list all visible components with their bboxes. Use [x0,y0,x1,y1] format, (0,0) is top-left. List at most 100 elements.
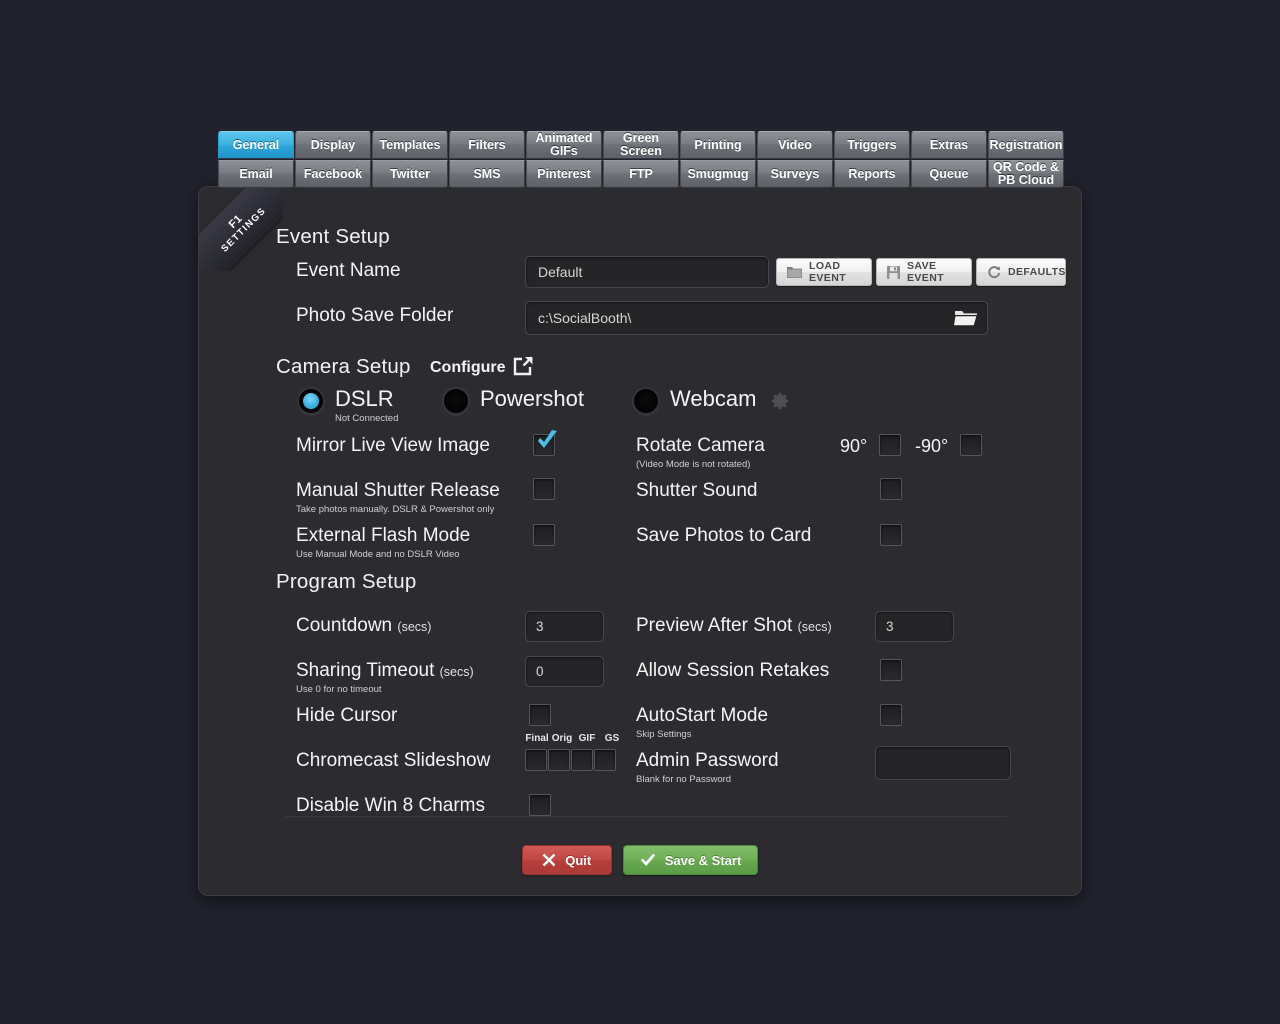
mirror-live-view-checkbox[interactable] [533,434,555,456]
tab-label: Pinterest [537,166,591,181]
radio-webcam[interactable] [632,387,660,415]
save-photos-to-card-checkbox[interactable] [880,524,902,546]
manual-shutter-checkbox[interactable] [533,478,555,500]
shutter-sound-checkbox[interactable] [880,478,902,500]
floppy-disk-icon [887,265,900,279]
preview-label-text: Preview After Shot [636,615,793,636]
save-photos-to-card-label: Save Photos to Card [636,525,812,546]
tab-row-primary: General Display Templates Filters Animat… [218,131,1064,159]
tab-display[interactable]: Display [295,131,371,159]
tab-queue[interactable]: Queue [911,160,987,188]
tab-label: Display [310,137,356,152]
sharing-timeout-input[interactable] [525,656,604,687]
disable-win8-charms-checkbox[interactable] [529,794,551,816]
defaults-button[interactable]: DEFAULTS [976,258,1066,286]
tab-label: Surveys [770,166,820,181]
event-name-input[interactable] [525,256,769,288]
tab-label: Video [778,137,812,152]
tab-label: Printing [694,137,742,152]
tab-label: Green Screen [620,131,662,158]
tab-green-screen[interactable]: Green Screen [603,131,679,159]
disable-win8-charms-label: Disable Win 8 Charms [296,795,485,816]
radio-dslr[interactable] [297,387,325,415]
tab-label: FTP [629,166,653,181]
defaults-label: DEFAULTS [1008,266,1066,278]
chromecast-slideshow-label: Chromecast Slideshow [296,750,491,771]
tab-printing[interactable]: Printing [680,131,756,159]
radio-powershot[interactable] [442,387,470,415]
preview-after-shot-input[interactable] [875,611,954,642]
admin-password-input[interactable] [875,746,1011,780]
close-icon [542,853,556,867]
save-start-button[interactable]: Save & Start [622,845,759,875]
countdown-input[interactable] [525,611,604,642]
tab-label: Extras [929,137,969,152]
tab-label: General [232,137,280,152]
tab-email[interactable]: Email [218,160,294,188]
mirror-live-view-label: Mirror Live View Image [296,435,490,456]
manual-shutter-sub: Take photos manually. DSLR & Powershot o… [296,504,495,515]
program-setup-heading: Program Setup [276,570,417,593]
gear-icon[interactable] [769,390,791,417]
chromecast-final-checkbox[interactable] [525,749,547,771]
chromecast-orig-checkbox[interactable] [548,749,570,771]
tab-registration[interactable]: Registration [988,131,1064,159]
tab-pinterest[interactable]: Pinterest [526,160,602,188]
tab-ftp[interactable]: FTP [603,160,679,188]
tab-label: Templates [379,137,441,152]
event-name-label: Event Name [296,260,401,281]
preview-after-shot-label: Preview After Shot (secs) [636,615,832,637]
autostart-mode-checkbox[interactable] [880,704,902,726]
shutter-sound-label: Shutter Sound [636,480,758,501]
check-icon [640,853,656,867]
tab-extras[interactable]: Extras [911,131,987,159]
chromecast-gif-checkbox[interactable] [571,749,593,771]
tab-reports[interactable]: Reports [834,160,910,188]
tab-filters[interactable]: Filters [449,131,525,159]
external-link-icon[interactable] [512,355,534,382]
tab-label: Triggers [847,137,897,152]
rotate-90-checkbox[interactable] [879,434,901,456]
event-setup-heading: Event Setup [276,225,390,248]
browse-folder-icon[interactable] [954,308,978,333]
rotate-camera-label: Rotate Camera [636,435,765,456]
rotate-neg90-checkbox[interactable] [960,434,982,456]
chromecast-checkbox-group [525,749,616,771]
tab-smugmug[interactable]: Smugmug [680,160,756,188]
tab-animated-gifs[interactable]: Animated GIFs [526,131,602,159]
photo-save-folder-input[interactable] [525,301,988,335]
webcam-label: Webcam [670,386,757,411]
hide-cursor-checkbox[interactable] [529,704,551,726]
allow-session-retakes-checkbox[interactable] [880,659,902,681]
tab-templates[interactable]: Templates [372,131,448,159]
tab-qr-code-pb-cloud[interactable]: QR Code & PB Cloud [988,160,1064,188]
tab-video[interactable]: Video [757,131,833,159]
tab-sms[interactable]: SMS [449,160,525,188]
ribbon-key-label: F1 [226,212,245,231]
rotate-90-label: 90° [840,436,868,456]
tab-bar: General Display Templates Filters Animat… [218,131,1064,188]
autostart-mode-sub: Skip Settings [636,729,692,740]
tab-twitter[interactable]: Twitter [372,160,448,188]
tab-label: Facebook [303,166,363,181]
chromecast-gs-label: GS [604,733,620,744]
quit-label: Quit [565,852,592,868]
countdown-label: Countdown (secs) [296,615,431,637]
quit-button[interactable]: Quit [521,845,612,875]
load-event-button[interactable]: LOAD EVENT [776,258,872,286]
tab-surveys[interactable]: Surveys [757,160,833,188]
sharing-timeout-unit: (secs) [439,665,474,679]
tab-label: SMS [473,166,501,181]
admin-password-label: Admin Password [636,750,779,771]
tab-facebook[interactable]: Facebook [295,160,371,188]
configure-link[interactable]: Configure [430,359,506,377]
tab-triggers[interactable]: Triggers [834,131,910,159]
external-flash-checkbox[interactable] [533,524,555,546]
save-event-button[interactable]: SAVE EVENT [876,258,972,286]
refresh-icon [987,265,1001,279]
settings-ribbon: F1 SETTINGS [199,187,283,271]
tab-general[interactable]: General [218,131,294,159]
footer-buttons: Quit Save & Start [199,845,1081,875]
chromecast-gs-checkbox[interactable] [594,749,616,771]
tab-label: Email [239,166,273,181]
